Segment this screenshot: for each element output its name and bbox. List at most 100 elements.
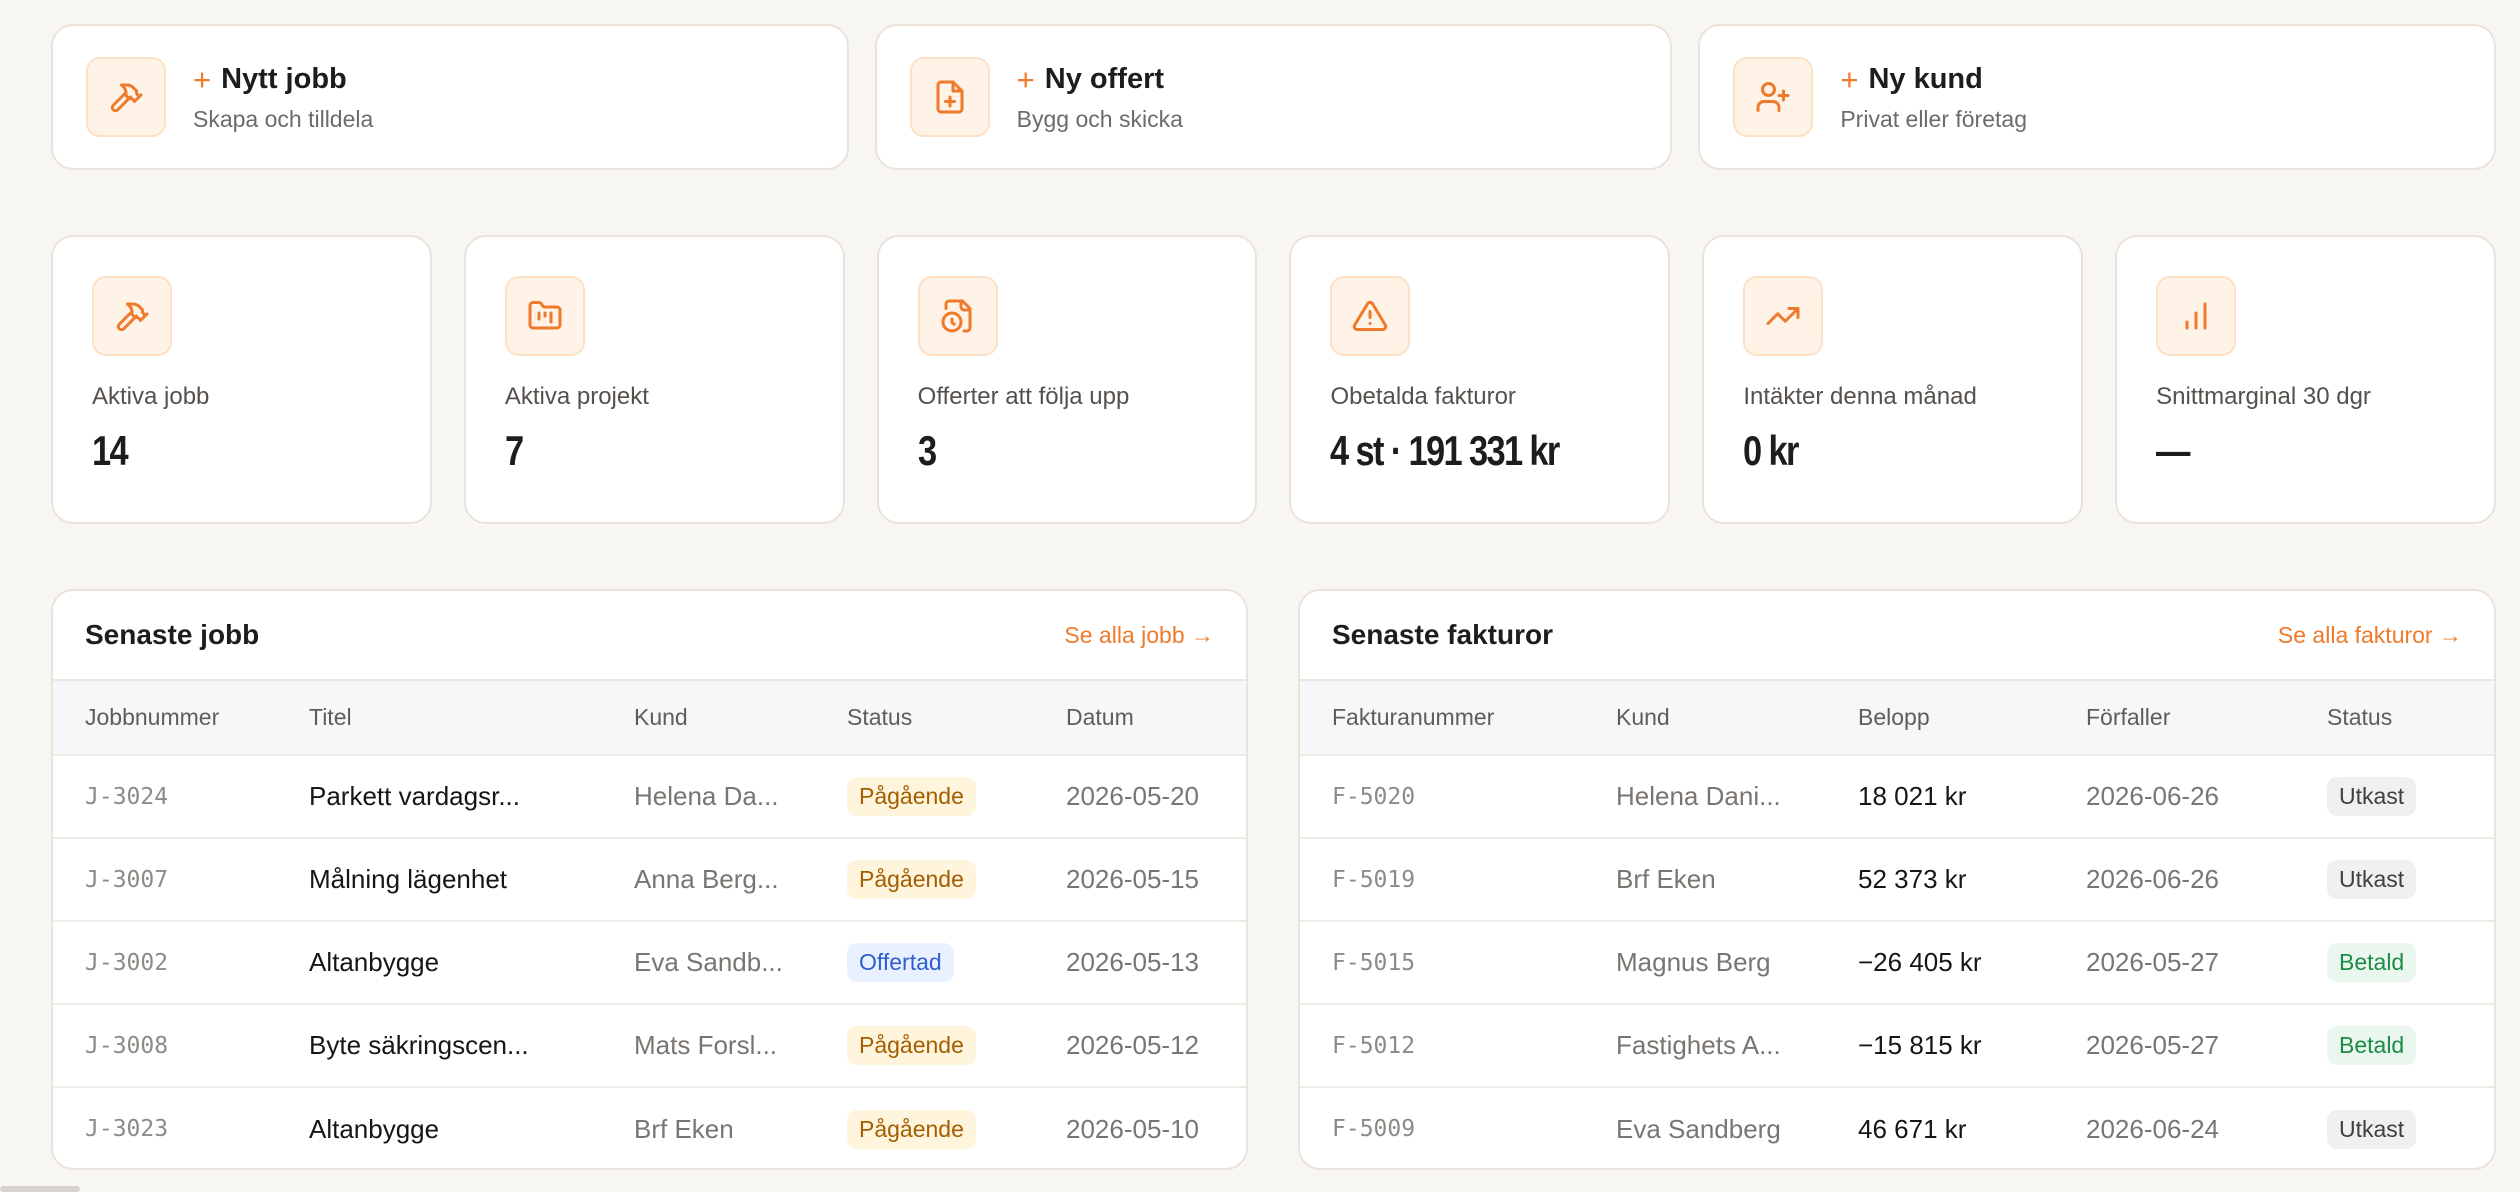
new-quote-title: Ny offert bbox=[1044, 63, 1165, 95]
hammer-icon bbox=[92, 276, 172, 356]
table-row[interactable]: F-5009 Eva Sandberg 46 671 kr 2026-06-24… bbox=[1300, 1087, 2494, 1168]
status-badge: Utkast bbox=[2327, 1109, 2417, 1149]
quick-actions: + Nytt jobb Skapa och tilldela + Ny offert… bbox=[51, 24, 2497, 170]
status-badge: Pågående bbox=[847, 1026, 976, 1065]
stat-revenue-month[interactable]: Intäkter denna månad 0 kr bbox=[1702, 235, 2084, 524]
invoices-table: Fakturanummer Kund Belopp Förfaller Stat… bbox=[1300, 681, 2494, 1168]
stat-value: — bbox=[2156, 427, 2190, 474]
stat-label: Snittmarginal 30 dgr bbox=[2156, 383, 2371, 410]
invoice-amount: −15 815 kr bbox=[1826, 1004, 2054, 1088]
status-badge: Offertad bbox=[847, 943, 954, 982]
stat-value: 4 st · 191 331 kr bbox=[1330, 427, 1560, 474]
stats-row: Aktiva jobb 14 Aktiva projekt 7 Offerter… bbox=[51, 235, 2496, 524]
table-row[interactable]: J-3024 Parkett vardagsr... Helena Da... … bbox=[53, 755, 1246, 839]
column-header[interactable]: Titel bbox=[277, 681, 602, 756]
job-date: 2026-05-10 bbox=[1066, 1113, 1199, 1144]
status-badge: Utkast bbox=[2327, 777, 2417, 816]
job-number: J-3023 bbox=[85, 1116, 169, 1142]
stat-active-jobs[interactable]: Aktiva jobb 14 bbox=[51, 235, 432, 524]
invoice-due: 2026-05-27 bbox=[2054, 921, 2295, 1005]
file-plus-icon bbox=[909, 57, 990, 137]
status-badge: Pågående bbox=[847, 860, 976, 899]
status-badge: Utkast bbox=[2327, 860, 2417, 899]
table-row[interactable]: J-3023 Altanbygge Brf Eken Pågående 2026… bbox=[53, 1087, 1246, 1168]
stat-quotes-follow-up[interactable]: Offerter att följa upp 3 bbox=[876, 235, 1258, 524]
stat-label: Aktiva jobb bbox=[92, 383, 210, 410]
see-all-invoices-link[interactable]: Se alla fakturor → bbox=[2278, 622, 2462, 649]
user-plus-icon bbox=[1733, 57, 1814, 137]
stat-value: 7 bbox=[504, 427, 524, 474]
invoice-due: 2026-06-26 bbox=[2054, 755, 2295, 839]
job-title: Altanbygge bbox=[277, 921, 602, 1005]
status-badge: Betald bbox=[2327, 1026, 2417, 1065]
table-row[interactable]: F-5015 Magnus Berg −26 405 kr 2026-05-27… bbox=[1300, 921, 2494, 1005]
column-header[interactable]: Datum bbox=[1034, 681, 1246, 756]
plus-icon: + bbox=[1016, 61, 1035, 97]
dashboard: + Nytt jobb Skapa och tilldela + Ny offert… bbox=[0, 0, 2520, 1192]
hammer-icon bbox=[86, 57, 166, 137]
recent-jobs-panel: Senaste jobb Se alla jobb → Jobbnummer T… bbox=[51, 589, 1248, 1170]
column-header[interactable]: Jobbnummer bbox=[53, 681, 277, 756]
job-number: J-3002 bbox=[53, 921, 277, 1005]
invoice-number: F-5009 bbox=[1332, 1116, 1416, 1142]
new-customer-title: Ny kund bbox=[1868, 63, 1983, 95]
invoice-amount: 46 671 kr bbox=[1858, 1113, 1967, 1144]
stat-label: Aktiva projekt bbox=[504, 383, 649, 410]
stat-value: 0 kr bbox=[1743, 427, 1799, 474]
stat-active-projects[interactable]: Aktiva projekt 7 bbox=[463, 235, 845, 524]
stat-label: Obetalda fakturor bbox=[1330, 383, 1516, 410]
job-title: Målning lägenhet bbox=[277, 838, 602, 922]
invoice-amount: 52 373 kr bbox=[1826, 838, 2054, 922]
recent-invoices-panel: Senaste fakturor Se alla fakturor → Fakt… bbox=[1298, 589, 2496, 1170]
column-header[interactable]: Kund bbox=[1584, 681, 1826, 756]
column-header[interactable]: Förfaller bbox=[2054, 681, 2295, 756]
job-customer: Brf Eken bbox=[634, 1113, 734, 1144]
job-customer: Anna Berg... bbox=[602, 838, 815, 922]
job-customer: Mats Forsl... bbox=[602, 1004, 815, 1088]
table-row[interactable]: J-3007 Målning lägenhet Anna Berg... Påg… bbox=[53, 838, 1246, 922]
stat-unpaid-invoices[interactable]: Obetalda fakturor 4 st · 191 331 kr bbox=[1289, 235, 1671, 524]
stat-avg-margin[interactable]: Snittmarginal 30 dgr — bbox=[2115, 235, 2496, 524]
status-badge: Pågående bbox=[847, 777, 976, 816]
job-date: 2026-05-15 bbox=[1034, 838, 1246, 922]
job-title: Altanbygge bbox=[309, 1113, 440, 1144]
job-number: J-3008 bbox=[53, 1004, 277, 1088]
table-row[interactable]: F-5019 Brf Eken 52 373 kr 2026-06-26 Utk… bbox=[1300, 838, 2494, 922]
see-all-jobs-link[interactable]: Se alla jobb → bbox=[1064, 622, 1214, 649]
new-job-subtitle: Skapa och tilldela bbox=[193, 105, 374, 132]
invoice-number: F-5015 bbox=[1300, 921, 1584, 1005]
invoice-number: F-5020 bbox=[1300, 755, 1584, 839]
invoice-customer: Fastighets A... bbox=[1584, 1004, 1826, 1088]
alert-triangle-icon bbox=[1330, 276, 1411, 356]
column-header[interactable]: Status bbox=[815, 681, 1034, 756]
invoice-due: 2026-06-26 bbox=[2054, 838, 2295, 922]
invoice-customer: Eva Sandberg bbox=[1616, 1113, 1781, 1144]
stat-label: Intäkter denna månad bbox=[1743, 383, 1977, 410]
table-row[interactable]: F-5020 Helena Dani... 18 021 kr 2026-06-… bbox=[1300, 755, 2494, 839]
table-row[interactable]: F-5012 Fastighets A... −15 815 kr 2026-0… bbox=[1300, 1004, 2494, 1088]
trending-up-icon bbox=[1743, 276, 1824, 356]
status-badge: Betald bbox=[2327, 943, 2417, 982]
horizontal-scrollbar[interactable] bbox=[0, 1186, 80, 1192]
column-header[interactable]: Fakturanummer bbox=[1300, 681, 1584, 756]
job-number: J-3007 bbox=[53, 838, 277, 922]
panel-title: Senaste jobb bbox=[85, 619, 260, 650]
stat-value: 3 bbox=[917, 427, 937, 474]
column-header[interactable]: Kund bbox=[602, 681, 815, 756]
column-header[interactable]: Belopp bbox=[1826, 681, 2054, 756]
jobs-table: Jobbnummer Titel Kund Status Datum J-302… bbox=[53, 681, 1246, 1168]
new-job-button[interactable]: + Nytt jobb Skapa och tilldela bbox=[51, 24, 849, 170]
invoice-due: 2026-06-24 bbox=[2086, 1113, 2219, 1144]
plus-icon: + bbox=[193, 61, 212, 97]
table-row[interactable]: J-3002 Altanbygge Eva Sandb... Offertad … bbox=[53, 921, 1246, 1005]
new-job-title: Nytt jobb bbox=[221, 63, 347, 95]
column-header[interactable]: Status bbox=[2295, 681, 2494, 756]
job-date: 2026-05-13 bbox=[1034, 921, 1246, 1005]
invoice-number: F-5012 bbox=[1300, 1004, 1584, 1088]
new-customer-button[interactable]: + Ny kund Privat eller företag bbox=[1698, 24, 2497, 170]
plus-icon: + bbox=[1840, 61, 1859, 97]
invoice-customer: Magnus Berg bbox=[1584, 921, 1826, 1005]
new-quote-subtitle: Bygg och skicka bbox=[1016, 105, 1183, 132]
new-quote-button[interactable]: + Ny offert Bygg och skicka bbox=[874, 24, 1673, 170]
table-row[interactable]: J-3008 Byte säkringscen... Mats Forsl...… bbox=[53, 1004, 1246, 1088]
